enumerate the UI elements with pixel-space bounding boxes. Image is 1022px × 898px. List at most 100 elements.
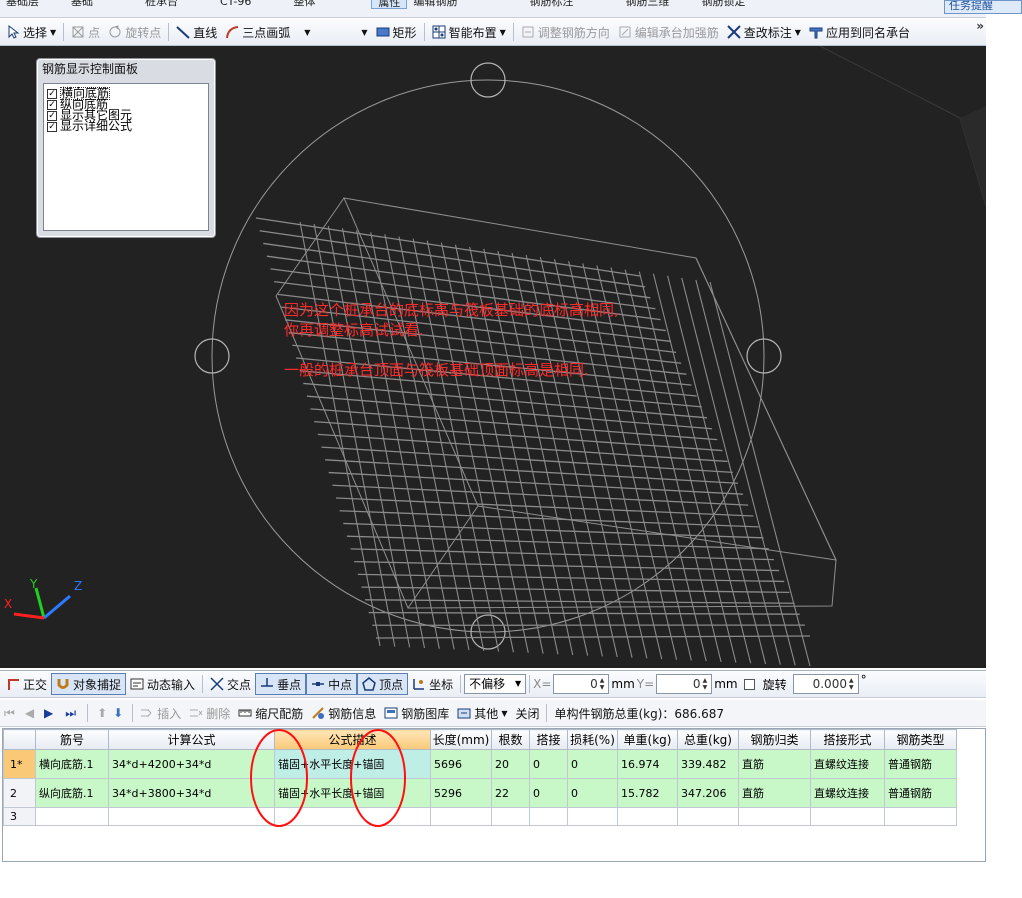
properties-button[interactable]: 属性: [371, 0, 408, 9]
header-unit-weight[interactable]: 单重(kg): [617, 729, 678, 750]
insert-row-button[interactable]: 插入: [136, 702, 185, 724]
header-total-weight[interactable]: 总重(kg): [677, 729, 739, 750]
last-record-icon[interactable]: ⏭: [65, 706, 76, 721]
total-weight-cell[interactable]: 339.482: [677, 749, 739, 779]
total-weight-cell[interactable]: 347.206: [677, 778, 739, 808]
x-coordinate-input[interactable]: 0 ▲ ▼: [553, 674, 610, 694]
total-weight-cell[interactable]: [677, 807, 739, 826]
formula-description-cell[interactable]: 锚固+水平长度+锚固: [274, 749, 431, 779]
spinner-icon[interactable]: ▲ ▼: [849, 677, 854, 691]
move-up-icon[interactable]: ⬆: [97, 706, 107, 720]
header-lap[interactable]: 搭接: [529, 729, 568, 750]
bar-number-cell[interactable]: 纵向底筋.1: [35, 778, 109, 808]
y-coordinate-input[interactable]: 0 ▲ ▼: [656, 674, 713, 694]
rotate-checkbox[interactable]: [743, 678, 755, 690]
length-cell[interactable]: 5696: [430, 749, 492, 779]
move-down-icon[interactable]: ⬇: [113, 706, 123, 720]
spinner-icon[interactable]: ▲ ▼: [600, 677, 605, 691]
spinner-icon[interactable]: ▲ ▼: [703, 677, 708, 691]
header-rebar-class[interactable]: 钢筋归类: [738, 729, 811, 750]
element-select[interactable]: CT-96: [214, 0, 257, 9]
shape-dropdown[interactable]: ▼: [354, 21, 371, 43]
line-button[interactable]: 直线: [172, 21, 221, 43]
rotate-point-button[interactable]: 旋转点: [104, 21, 165, 43]
3d-viewport[interactable]: 钢筋显示控制面板 ✓ 横向底筋 ✓ 纵向底筋 ✓ 显示其它图元 ✓ 显示详细公式 因为这…: [0, 46, 986, 668]
rotate-angle-input[interactable]: 0.000 ▲ ▼: [792, 674, 859, 694]
loss-cell[interactable]: 0: [567, 749, 618, 779]
rebar-lock-button[interactable]: 钢筋锁定: [695, 0, 751, 9]
rebar-type-cell[interactable]: 普通钢筋: [884, 778, 957, 808]
formula-cell[interactable]: 34*d+3800+34*d: [108, 778, 275, 808]
first-record-icon[interactable]: ⏮: [4, 706, 15, 721]
unit-weight-cell[interactable]: 15.782: [617, 778, 678, 808]
header-formula-description[interactable]: 公式描述: [274, 729, 431, 750]
table-row[interactable]: 1* 横向底筋.1 34*d+4200+34*d 锚固+水平长度+锚固 5696 20 0 0…: [3, 749, 957, 779]
delete-row-button[interactable]: 删除: [185, 702, 234, 724]
count-cell[interactable]: 20: [491, 749, 530, 779]
table-row[interactable]: 2 纵向底筋.1 34*d+3800+34*d 锚固+水平长度+锚固 5296 22 0 0 1…: [3, 778, 957, 808]
lap-cell[interactable]: 0: [529, 749, 568, 779]
prev-record-icon[interactable]: ◀: [25, 706, 34, 720]
rebar-class-cell[interactable]: 直筋: [738, 749, 811, 779]
point-button[interactable]: 点: [67, 21, 104, 43]
perpendicular-toggle[interactable]: 垂点: [255, 673, 307, 695]
formula-description-cell[interactable]: [274, 807, 431, 826]
scope-select[interactable]: 整体: [287, 0, 321, 9]
count-cell[interactable]: [491, 807, 530, 826]
rebar-info-button[interactable]: 钢筋信息: [307, 702, 380, 724]
loss-cell[interactable]: [567, 807, 618, 826]
vertex-toggle[interactable]: 顶点: [357, 673, 409, 695]
next-record-icon[interactable]: ▶: [44, 706, 53, 720]
formula-cell[interactable]: [108, 807, 275, 826]
rebar-annotation-button[interactable]: 钢筋标注: [523, 0, 579, 9]
unit-weight-cell[interactable]: 16.974: [617, 749, 678, 779]
rebar-class-cell[interactable]: [738, 807, 811, 826]
type-select[interactable]: 桩承台: [139, 0, 184, 9]
formula-cell[interactable]: 34*d+4200+34*d: [108, 749, 275, 779]
rebar-class-cell[interactable]: 直筋: [738, 778, 811, 808]
table-row[interactable]: 3: [3, 807, 957, 826]
formula-description-cell[interactable]: 锚固+水平长度+锚固: [274, 778, 431, 808]
select-button[interactable]: 选择 ▼: [2, 21, 60, 43]
header-bar-number[interactable]: 筋号: [35, 729, 109, 750]
rebar-3d-button[interactable]: 钢筋三维: [619, 0, 675, 9]
header-lap-type[interactable]: 搭接形式: [810, 729, 885, 750]
bar-number-cell[interactable]: 横向底筋.1: [35, 749, 109, 779]
coordinate-toggle[interactable]: 坐标: [408, 673, 457, 695]
header-loss[interactable]: 损耗(%): [567, 729, 618, 750]
offset-mode-select[interactable]: 不偏移 ▼: [464, 674, 527, 694]
dynamic-input-toggle[interactable]: 动态输入: [126, 673, 199, 695]
toolbar-overflow-button[interactable]: »: [976, 19, 984, 33]
arc-button[interactable]: 三点画弧 ▼: [221, 21, 314, 43]
checkbox-checked-icon[interactable]: ✓: [47, 99, 57, 110]
header-formula[interactable]: 计算公式: [108, 729, 275, 750]
category-select[interactable]: 基础: [65, 0, 99, 9]
length-cell[interactable]: [430, 807, 492, 826]
task-reminder-button[interactable]: 任务提醒: [944, 0, 1022, 14]
count-cell[interactable]: 22: [491, 778, 530, 808]
object-snap-toggle[interactable]: 对象捕捉: [51, 673, 127, 695]
length-cell[interactable]: 5296: [430, 778, 492, 808]
option-show-detailed-formula[interactable]: ✓ 显示详细公式: [44, 120, 208, 132]
midpoint-toggle[interactable]: 中点: [306, 673, 358, 695]
apply-same-name-button[interactable]: 应用到同名承台: [805, 21, 914, 43]
close-table-button[interactable]: 关闭: [511, 702, 543, 724]
floor-select[interactable]: 基础层: [0, 0, 45, 9]
rect-button[interactable]: 矩形: [372, 21, 421, 43]
checkbox-checked-icon[interactable]: ✓: [47, 88, 57, 99]
lap-cell[interactable]: 0: [529, 778, 568, 808]
edit-cap-rebar-button[interactable]: 编辑承台加强筋: [614, 21, 723, 43]
other-menu-button[interactable]: 其他 ▼: [453, 702, 511, 724]
bar-number-cell[interactable]: [35, 807, 109, 826]
checkbox-checked-icon[interactable]: ✓: [47, 110, 57, 121]
adjust-direction-button[interactable]: 调整钢筋方向: [517, 21, 614, 43]
checkbox-checked-icon[interactable]: ✓: [47, 121, 57, 132]
edit-rebar-button[interactable]: 编辑钢筋: [407, 0, 463, 9]
loss-cell[interactable]: 0: [567, 778, 618, 808]
rebar-library-button[interactable]: 钢筋图库: [380, 702, 453, 724]
header-count[interactable]: 根数: [491, 729, 530, 750]
intersection-toggle[interactable]: 交点: [206, 673, 255, 695]
header-rebar-type[interactable]: 钢筋类型: [884, 729, 957, 750]
rebar-type-cell[interactable]: 普通钢筋: [884, 749, 957, 779]
rebar-type-cell[interactable]: [884, 807, 957, 826]
